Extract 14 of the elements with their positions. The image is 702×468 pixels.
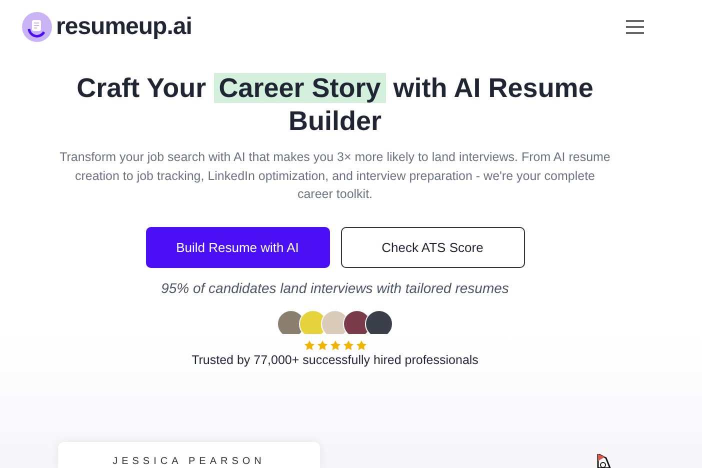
- star-icon: [316, 340, 328, 350]
- star-icon: [342, 340, 354, 350]
- trust-text: Trusted by 77,000+ successfully hired professionals: [192, 352, 478, 366]
- logo-icon: [22, 12, 52, 42]
- star-icon: [330, 340, 340, 350]
- resume-name: JESSICA PEARSON: [112, 456, 266, 467]
- star-icon: [356, 340, 366, 350]
- build-resume-button[interactable]: Build Resume with AI: [146, 226, 330, 268]
- hero-subtitle: Transform your job search with AI that makes you 3× more likely to land interviews. From AI resume creation to job tracking, LinkedIn optimization, and interview preparation - we're your complete career toolkit.: [58, 149, 612, 203]
- tagline: 95% of candidates land interviews with tailored resumes: [161, 280, 509, 296]
- star-icon: [304, 340, 314, 350]
- check-score-button[interactable]: Check ATS Score: [340, 226, 524, 268]
- logo[interactable]: resumeup.ai: [22, 12, 192, 42]
- hero-title: Craft Your Career Story with AI Resume Builder: [76, 72, 594, 138]
